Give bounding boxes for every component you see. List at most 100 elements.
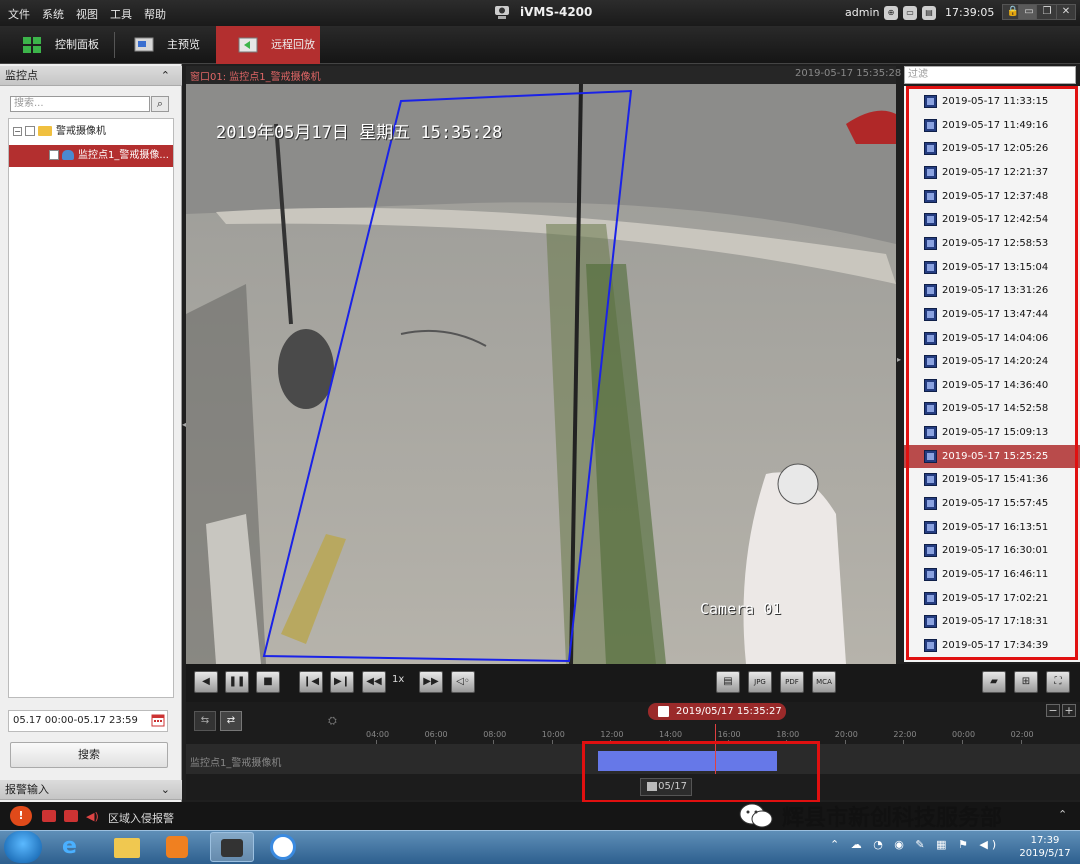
speed-up-icon[interactable]: ▶▶ [419, 671, 443, 693]
tree-group[interactable]: − 警戒摄像机 [9, 121, 169, 143]
timeline-tick-label: 20:00 [834, 730, 858, 739]
sound-icon[interactable]: ◀) [86, 810, 100, 823]
explorer-icon[interactable] [106, 832, 150, 862]
step-forward-icon[interactable]: ▶❙ [330, 671, 354, 693]
folder-icon [38, 126, 52, 136]
section-title: 报警输入 [5, 783, 49, 796]
pause-icon[interactable]: ❚❚ [225, 671, 249, 693]
tray-time: 17:39 [1030, 835, 1060, 846]
download-icon[interactable]: MCA [812, 671, 836, 693]
tray-clock[interactable]: 17:39 2019/5/17 [1012, 834, 1078, 860]
collapse-icon[interactable]: ⌃ [161, 66, 170, 86]
watermark-text: 辉县市新创科技服务部 [782, 806, 1003, 831]
timeline-tick-label: 00:00 [952, 730, 976, 739]
timeline-tick-label: 16:00 [717, 730, 741, 739]
tab-control-panel[interactable]: 控制面板 [0, 26, 112, 64]
left-collapse-handle[interactable]: ◂ [182, 420, 186, 440]
lock-icon[interactable]: ⛭ [328, 714, 337, 728]
alarm-output-icon[interactable] [64, 810, 78, 822]
calendar-icon[interactable] [151, 713, 165, 727]
play-icon[interactable]: ◀ [194, 671, 218, 693]
fullscreen-icon[interactable]: ⛶ [1046, 671, 1070, 693]
highlight-annotation [582, 741, 820, 803]
preview-icon [134, 37, 154, 52]
alert-icon[interactable]: ! [10, 806, 32, 826]
tray-date: 2019/5/17 [1019, 848, 1071, 859]
tab-remote-playback[interactable]: 远程回放 [216, 26, 320, 64]
camera-frame [186, 84, 896, 664]
timeline-sync-toggle[interactable]: ⇄ [220, 711, 242, 731]
step-back-icon[interactable]: ❙◀ [299, 671, 323, 693]
monitor-points-header[interactable]: 监控点 ⌃ [0, 66, 182, 86]
section-title: 监控点 [5, 69, 38, 82]
title-clock: 17:39:05 [945, 6, 995, 19]
current-user: admin [845, 6, 880, 19]
tree-camera-item[interactable]: 监控点1_警戒摄像... [9, 145, 173, 167]
tab-label: 控制面板 [55, 38, 99, 51]
playback-speed: 1x [392, 674, 405, 685]
search-icon[interactable]: ⌕ [151, 96, 169, 112]
video-window-time: 2019-05-17 15:35:28 [795, 68, 902, 79]
camera-checkbox[interactable] [49, 150, 59, 160]
expand-icon[interactable]: ⌄ [161, 780, 170, 800]
date-range-field[interactable]: 05.17 00:00-05.17 23:59 [8, 710, 168, 732]
alarm-expand-icon[interactable]: ⌃ [1058, 808, 1067, 821]
highlight-annotation [906, 86, 1078, 660]
timeline-zoom-in[interactable]: + [1062, 704, 1076, 717]
osd-datetime: 2019年05月17日 星期五 15:35:28 [216, 123, 503, 143]
timeline-tick-label: 06:00 [424, 730, 448, 739]
group-label: 警戒摄像机 [56, 126, 106, 137]
camera-control-icon[interactable]: ▰ [982, 671, 1006, 693]
alarm-record-icon[interactable] [42, 810, 56, 822]
ram-icon: ▤ [922, 6, 936, 20]
filter-input[interactable]: 过滤 [904, 66, 1076, 84]
layout-icon[interactable]: ⊞ [1014, 671, 1038, 693]
timeline-tick-label: 12:00 [600, 730, 624, 739]
cpu-icon: ▭ [903, 6, 917, 20]
control-panel-icon [23, 37, 41, 53]
ivms-task-icon[interactable] [210, 832, 254, 862]
system-tray[interactable]: ⌃ ☁ ◔ ◉ ✎ ▦ ⚑ ◀) [830, 838, 1010, 856]
restore-button[interactable]: ❐ [1036, 4, 1058, 20]
timeline-zoom-out[interactable]: − [1046, 704, 1060, 717]
ie-icon[interactable]: e [52, 832, 96, 862]
tab-main-preview[interactable]: 主预览 [112, 26, 216, 64]
collapse-toggle-icon[interactable]: − [13, 126, 22, 136]
app-title: iVMS-4200 [520, 5, 593, 19]
stop-icon[interactable]: ■ [256, 671, 280, 693]
menu-view[interactable]: 视图 [76, 6, 98, 22]
slow-down-icon[interactable]: ◀◀ [362, 671, 386, 693]
search-input[interactable]: 搜索... [10, 96, 150, 112]
close-button[interactable]: ✕ [1056, 4, 1076, 20]
group-checkbox[interactable] [25, 126, 35, 136]
search-button[interactable]: 搜索 [10, 742, 168, 768]
wechat-logo-icon [739, 803, 773, 828]
clip-icon[interactable]: PDF [780, 671, 804, 693]
video-player[interactable]: 2019年05月17日 星期五 15:35:28 Camera 01 [186, 84, 896, 664]
menu-help[interactable]: 帮助 [144, 6, 166, 22]
volume-icon[interactable]: ◁◦ [451, 671, 475, 693]
timeline-tick-label: 22:00 [893, 730, 917, 739]
osd-camera-name: Camera 01 [700, 600, 782, 618]
alarm-input-header[interactable]: 报警输入 ⌄ [0, 780, 182, 800]
snapshot-icon[interactable]: JPG [748, 671, 772, 693]
menu-tools[interactable]: 工具 [110, 6, 132, 22]
camera-icon [62, 150, 74, 160]
tab-label: 远程回放 [271, 38, 315, 51]
menu-file[interactable]: 文件 [8, 6, 30, 22]
track-label: 监控点1_警戒摄像机 [190, 758, 282, 769]
timeline-tick-label: 02:00 [1010, 730, 1034, 739]
timeline-mode-toggle[interactable]: ⇆ [194, 711, 216, 731]
timeline-cursor-label: 2019/05/17 15:35:27 [648, 703, 786, 720]
start-button[interactable] [4, 831, 42, 863]
alarm-type-label: 区域入侵报警 [108, 812, 174, 825]
playback-icon [238, 37, 258, 53]
right-collapse-handle[interactable]: ▸ [897, 355, 903, 375]
menu-system[interactable]: 系统 [42, 6, 64, 22]
media-player-icon[interactable] [156, 832, 200, 862]
sogou-icon[interactable] [262, 832, 306, 862]
tab-label: 主预览 [167, 38, 200, 51]
capture-list-icon[interactable]: ▤ [716, 671, 740, 693]
app-logo-icon [495, 6, 509, 19]
video-window-title: 窗口01: 监控点1_警戒摄像机 [190, 72, 321, 83]
